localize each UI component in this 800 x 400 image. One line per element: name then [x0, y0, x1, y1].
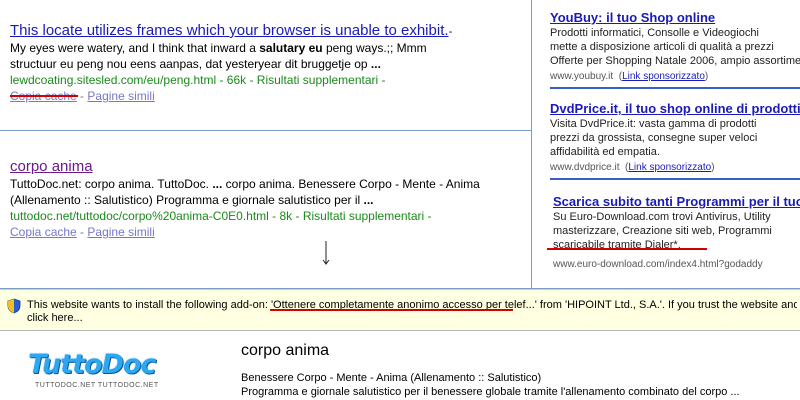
- page-title: corpo anima: [241, 342, 330, 359]
- snippet-text: peng ways.;; Mmm: [322, 41, 427, 55]
- highlight-underline: [10, 95, 78, 97]
- frame-divider-horizontal: [0, 130, 531, 131]
- page-description: Programma e giornale salutistico per il …: [241, 386, 740, 398]
- ad-text: Offerte per Shopping Natale 2006, ampio …: [550, 55, 800, 67]
- result-url: tuttodoc.net/tuttodoc/corpo%20anima-C0E0…: [10, 209, 432, 223]
- similar-pages-link[interactable]: Pagine simili: [87, 225, 154, 239]
- logo-subtitle: TUTTODOC.NET TUTTODOC.NET: [35, 382, 159, 389]
- cached-link[interactable]: Copia cache: [10, 225, 77, 239]
- sponsored-link[interactable]: Link sponsorizzato: [628, 162, 711, 173]
- snippet-text: corpo anima. Benessere Corpo - Mente - A…: [222, 177, 480, 191]
- similar-pages-link[interactable]: Pagine simili: [87, 89, 154, 103]
- ad-text: mette a disposizione articoli di qualità…: [550, 41, 774, 53]
- snippet-text: structuur eu peng nou eens aanpas, dat y…: [10, 57, 371, 71]
- link-separator: -: [76, 89, 88, 103]
- ad-separator: [550, 178, 800, 180]
- highlight-underline: [547, 248, 707, 250]
- sponsored-ad-2: DvdPrice.it, il tuo shop online di prodo…: [550, 101, 800, 180]
- ad-url: www.youbuy.it (Link sponsorizzato): [550, 71, 709, 82]
- frame-divider-vertical: [531, 0, 532, 288]
- sponsored-ad-1: YouBuy: il tuo Shop online Prodotti info…: [550, 10, 800, 89]
- ad-url: www.dvdprice.it (Link sponsorizzato): [550, 162, 715, 173]
- snippet-text: (Allenamento :: Salutistico) Programma e…: [10, 193, 364, 207]
- ad-title-link[interactable]: YouBuy: il tuo Shop online: [550, 10, 800, 26]
- ad-text: prezzi da grossista, consegne super velo…: [550, 132, 758, 144]
- tuttodoc-logo[interactable]: TuttoDoc TUTTODOC.NET TUTTODOC.NET: [0, 332, 230, 400]
- search-result-2: corpo anima TuttoDoc.net: corpo anima. T…: [10, 158, 525, 240]
- highlight-underline: [270, 309, 513, 311]
- ad-url: www.euro-download.com/index4.html?godadd…: [553, 259, 763, 270]
- ad-separator: [550, 87, 800, 89]
- snippet-text: My eyes were watery, and I think that in…: [10, 41, 260, 55]
- ad-text: Su Euro-Download.com trovi Antivirus, Ut…: [553, 211, 771, 223]
- snippet-bold: salutary eu: [259, 41, 323, 55]
- ad-text: Visita DvdPrice.it: vasta gamma di prodo…: [550, 118, 757, 130]
- ad-text: masterizzare, Creazione siti web, Progra…: [553, 225, 772, 237]
- snippet-bold: ...: [370, 57, 381, 71]
- sponsored-link[interactable]: Link sponsorizzato: [622, 71, 705, 82]
- result-snippet: TuttoDoc.net: corpo anima. TuttoDoc. ...…: [10, 176, 525, 208]
- snippet-text: TuttoDoc.net: corpo anima. TuttoDoc.: [10, 177, 213, 191]
- ad-title-link[interactable]: DvdPrice.it, il tuo shop online di prodo…: [550, 101, 800, 117]
- title-suffix: -: [448, 24, 453, 38]
- result-title-link[interactable]: This locate utilizes frames which your b…: [10, 22, 449, 40]
- snippet-bold: ...: [212, 177, 223, 191]
- search-result-1: This locate utilizes frames which your b…: [10, 22, 525, 104]
- infobar-message-cont: click here...: [27, 312, 83, 324]
- sponsored-ad-3: Scarica subito tanti Programmi per il tu…: [553, 194, 800, 272]
- ad-domain: www.dvdprice.it: [550, 162, 620, 173]
- text-cursor-icon: [322, 241, 330, 265]
- ad-text: Prodotti informatici, Consolle e Videogi…: [550, 27, 759, 39]
- result-snippet: My eyes were watery, and I think that in…: [10, 40, 525, 72]
- security-shield-icon: [7, 298, 21, 314]
- result-links: Copia cache - Pagine simili: [10, 88, 525, 104]
- ad-text: affidabilità ed empatia.: [550, 146, 660, 158]
- result-url: lewdcoating.sitesled.com/eu/peng.html - …: [10, 73, 386, 87]
- ad-title-link[interactable]: Scarica subito tanti Programmi per il tu…: [553, 194, 800, 210]
- ad-domain: www.youbuy.it: [550, 71, 614, 82]
- result-title-link[interactable]: corpo anima: [10, 158, 93, 176]
- snippet-bold: ...: [363, 193, 374, 207]
- logo-wordmark: TuttoDoc: [28, 349, 156, 380]
- link-separator: -: [76, 225, 88, 239]
- result-links: Copia cache - Pagine simili: [10, 224, 525, 240]
- page-subtitle: Benessere Corpo - Mente - Anima (Allenam…: [241, 372, 542, 384]
